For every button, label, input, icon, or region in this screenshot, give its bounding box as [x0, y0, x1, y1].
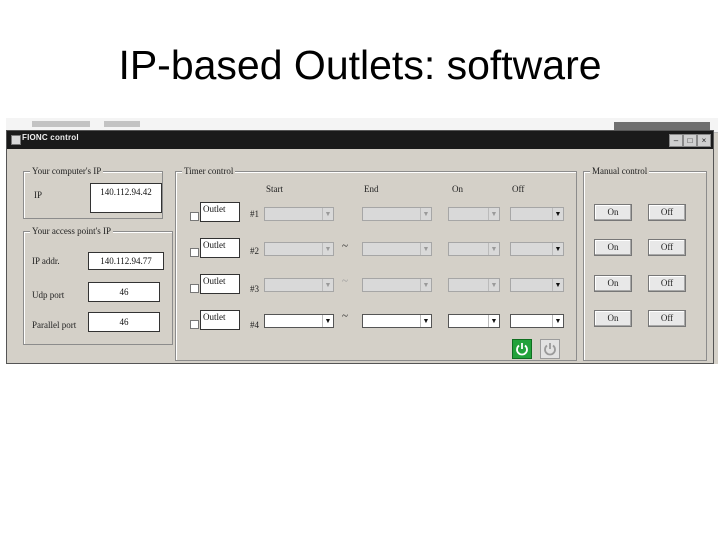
outlet-4-range-separator: ~	[342, 310, 348, 322]
outlet-1-name-field[interactable]: Outlet	[200, 202, 240, 222]
timer-control-group: Timer control Start End On Off Outlet #1…	[175, 166, 577, 361]
outlet-3-on-button[interactable]: On	[594, 275, 632, 292]
maximize-button[interactable]: □	[683, 134, 697, 147]
outlet-4-on-button[interactable]: On	[594, 310, 632, 327]
timer-control-legend: Timer control	[182, 166, 236, 176]
outlet-2-on-button[interactable]: On	[594, 239, 632, 256]
manual-control-legend: Manual control	[590, 166, 650, 176]
chevron-down-icon: ▼	[322, 208, 333, 220]
access-point-group: Your access point's IP IP addr. 140.112.…	[23, 226, 173, 345]
outlet-4-off-select[interactable]: ▼	[510, 314, 564, 328]
outlet-3-on-select[interactable]: ▼	[448, 278, 500, 292]
outlet-4-checkbox[interactable]	[190, 320, 199, 329]
outlet-2-end-select[interactable]: ▼	[362, 242, 432, 256]
outlet-1-end-select[interactable]: ▼	[362, 207, 432, 221]
parallel-port-field[interactable]: 46	[88, 312, 160, 332]
outlet-3-off-button[interactable]: Off	[648, 275, 686, 292]
chevron-down-icon: ▼	[552, 315, 563, 327]
chevron-down-icon: ▼	[552, 279, 563, 291]
chevron-down-icon: ▼	[420, 315, 431, 327]
computer-ip-field[interactable]: 140.112.94.42	[90, 183, 162, 213]
outlet-1-on-select[interactable]: ▼	[448, 207, 500, 221]
outlet-1-off-button[interactable]: Off	[648, 204, 686, 221]
chevron-down-icon: ▼	[488, 208, 499, 220]
ip-addr-field[interactable]: 140.112.94.77	[88, 252, 164, 270]
outlet-3-end-select[interactable]: ▼	[362, 278, 432, 292]
udp-port-field[interactable]: 46	[88, 282, 160, 302]
outlet-4-index: #4	[250, 320, 259, 330]
power-off-button[interactable]	[540, 339, 560, 359]
outlet-1-off-select[interactable]: ▼	[510, 207, 564, 221]
end-column-header: End	[364, 184, 379, 194]
outlet-4-start-select[interactable]: ▼	[264, 314, 334, 328]
power-on-button[interactable]	[512, 339, 532, 359]
manual-control-group: Manual control On Off On Off On Off On O…	[583, 166, 707, 361]
outlet-2-off-button[interactable]: Off	[648, 239, 686, 256]
outlet-3-range-separator: ~	[342, 275, 348, 287]
chevron-down-icon: ▼	[322, 279, 333, 291]
outlet-2-range-separator: ~	[342, 240, 348, 252]
outlet-2-start-select[interactable]: ▼	[264, 242, 334, 256]
computer-ip-legend: Your computer's IP	[30, 166, 104, 176]
chevron-down-icon: ▼	[488, 243, 499, 255]
outlet-2-name-field[interactable]: Outlet	[200, 238, 240, 258]
outlet-1-start-select[interactable]: ▼	[264, 207, 334, 221]
access-point-legend: Your access point's IP	[30, 226, 113, 236]
outlet-4-off-button[interactable]: Off	[648, 310, 686, 327]
outlet-3-off-select[interactable]: ▼	[510, 278, 564, 292]
chevron-down-icon: ▼	[488, 315, 499, 327]
outlet-1-checkbox[interactable]	[190, 212, 199, 221]
chevron-down-icon: ▼	[552, 243, 563, 255]
parallel-port-label: Parallel port	[32, 320, 77, 330]
chevron-down-icon: ▼	[322, 315, 333, 327]
fionc-window: FIONC control – □ × Your computer's IP I…	[6, 130, 714, 364]
outlet-2-on-select[interactable]: ▼	[448, 242, 500, 256]
outlet-3-start-select[interactable]: ▼	[264, 278, 334, 292]
chevron-down-icon: ▼	[322, 243, 333, 255]
minimize-button[interactable]: –	[669, 134, 683, 147]
power-off-icon	[544, 343, 556, 356]
outlet-2-checkbox[interactable]	[190, 248, 199, 257]
title-bar: FIONC control – □ ×	[7, 131, 713, 149]
outlet-2-off-select[interactable]: ▼	[510, 242, 564, 256]
outlet-3-name-field[interactable]: Outlet	[200, 274, 240, 294]
udp-port-label: Udp port	[32, 290, 65, 300]
outlet-3-checkbox[interactable]	[190, 284, 199, 293]
outlet-4-on-select[interactable]: ▼	[448, 314, 500, 328]
screenshot: FIONC control – □ × Your computer's IP I…	[6, 118, 718, 364]
close-button[interactable]: ×	[697, 134, 711, 147]
chevron-down-icon: ▼	[420, 208, 431, 220]
computer-ip-label: IP	[34, 190, 43, 200]
window-title: FIONC control	[22, 133, 79, 142]
outlet-1-on-button[interactable]: On	[594, 204, 632, 221]
chevron-down-icon: ▼	[552, 208, 563, 220]
outlet-1-index: #1	[250, 209, 259, 219]
outlet-2-index: #2	[250, 246, 259, 256]
on-column-header: On	[452, 184, 463, 194]
outlet-4-end-select[interactable]: ▼	[362, 314, 432, 328]
outlet-3-index: #3	[250, 284, 259, 294]
computer-ip-group: Your computer's IP IP 140.112.94.42	[23, 166, 163, 219]
app-icon	[11, 135, 21, 145]
chevron-down-icon: ▼	[420, 243, 431, 255]
slide-title: IP-based Outlets: software	[118, 42, 602, 88]
chevron-down-icon: ▼	[488, 279, 499, 291]
outlet-4-name-field[interactable]: Outlet	[200, 310, 240, 330]
ip-addr-label: IP addr.	[32, 256, 60, 266]
chevron-down-icon: ▼	[420, 279, 431, 291]
power-on-icon	[516, 343, 528, 356]
off-column-header: Off	[512, 184, 525, 194]
start-column-header: Start	[266, 184, 283, 194]
